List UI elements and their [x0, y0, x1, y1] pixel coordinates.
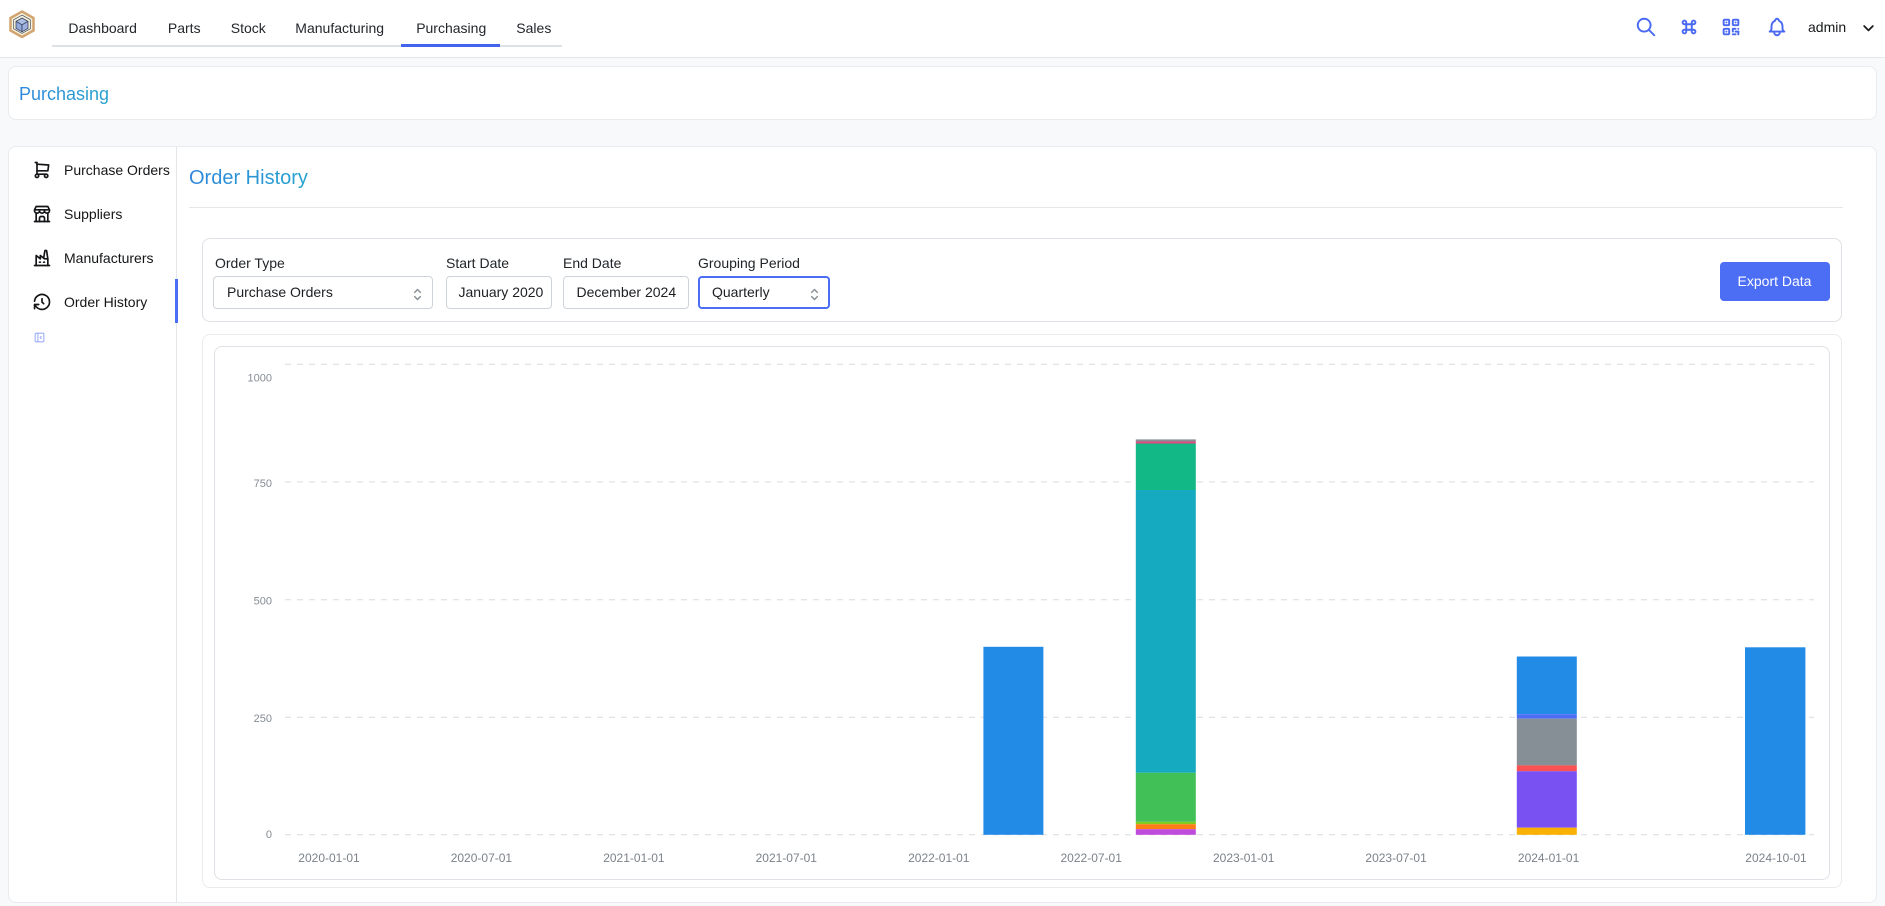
svg-text:2024-10-01: 2024-10-01: [1745, 851, 1807, 865]
svg-text:2020-07-01: 2020-07-01: [451, 851, 513, 865]
svg-text:2022-01-01: 2022-01-01: [908, 851, 970, 865]
svg-text:2023-01-01: 2023-01-01: [1213, 851, 1275, 865]
svg-text:250: 250: [254, 713, 272, 725]
svg-text:2021-07-01: 2021-07-01: [756, 851, 818, 865]
svg-text:2023-07-01: 2023-07-01: [1365, 851, 1427, 865]
svg-text:1000: 1000: [248, 373, 272, 385]
svg-text:2022-07-01: 2022-07-01: [1061, 851, 1123, 865]
svg-text:750: 750: [254, 478, 272, 490]
svg-text:500: 500: [254, 596, 272, 608]
svg-text:2020-01-01: 2020-01-01: [298, 851, 360, 865]
svg-text:2024-01-01: 2024-01-01: [1518, 851, 1580, 865]
svg-text:0: 0: [266, 829, 272, 841]
svg-text:2021-01-01: 2021-01-01: [603, 851, 665, 865]
